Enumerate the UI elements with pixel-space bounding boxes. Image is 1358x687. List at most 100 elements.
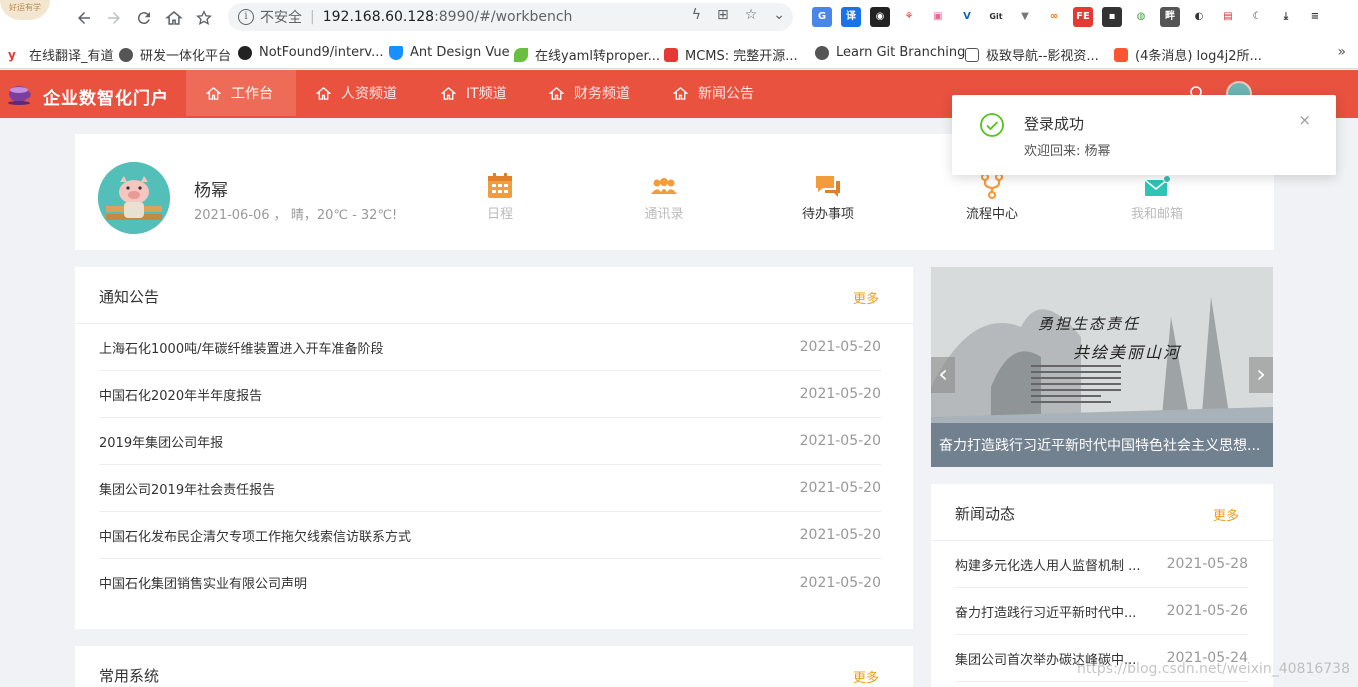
news-row[interactable]: 构建多元化选人用人监督机制 ... 2021-05-28 — [955, 541, 1248, 588]
vue-ext-icon[interactable]: ▼ — [1015, 7, 1035, 27]
bookmarks-bar: y 在线翻译_有道 研发一体化平台 NotFound9/interv... Ant… — [0, 36, 1358, 69]
info-icon[interactable]: i — [238, 9, 254, 25]
bookmark-git[interactable]: Learn Git Branching — [815, 45, 965, 60]
news-carousel[interactable]: 勇担生态责任 共绘美丽山河 ‹ › 奋力打造践行习近平新时代中国特色社会主义思想… — [931, 267, 1273, 467]
quick-todo[interactable]: 待办事项 — [788, 172, 868, 222]
notice-row[interactable]: 中国石化集团销售实业有限公司声明 2021-05-20 — [99, 559, 881, 606]
url-path: :8990/#/workbench — [434, 9, 573, 25]
home-button[interactable] — [162, 6, 186, 30]
mask-ext-icon[interactable]: ◉ — [870, 7, 890, 27]
mcms-icon — [664, 47, 678, 62]
bookmark-nav[interactable]: 极致导航--影视资... — [965, 45, 1099, 64]
bookmark-mcms[interactable]: MCMS: 完整开源... — [664, 45, 798, 64]
nav-hr[interactable]: 人资频道 — [316, 70, 397, 116]
bilibili-ext-icon[interactable]: ▣ — [928, 7, 948, 27]
bookmark-yaml[interactable]: 在线yaml转proper... — [514, 45, 660, 64]
forward-button[interactable] — [102, 6, 126, 30]
home-icon — [316, 86, 331, 100]
watermark: https://blog.csdn.net/weixin_40816738 — [1076, 661, 1350, 677]
bookmark-github[interactable]: NotFound9/interv... — [238, 45, 384, 60]
translate-icon[interactable]: ⊞ — [717, 7, 729, 23]
quick-mailbox[interactable]: 我和邮箱 — [1117, 172, 1197, 222]
insecure-label: 不安全 — [260, 10, 302, 26]
back-button[interactable] — [72, 6, 96, 30]
terminal-ext-icon[interactable]: ▪ — [1102, 7, 1122, 27]
reload-icon — [137, 12, 150, 25]
bookmark-devops[interactable]: 研发一体化平台 — [119, 45, 231, 64]
browser-toolbar: 好运有学 i 不安全 | 192.168.60.128:8990/#/workb… — [0, 0, 1358, 36]
globe-ext-icon[interactable]: ◍ — [1131, 7, 1151, 27]
app-title: 企业数智化门户 — [43, 89, 169, 109]
notice-row[interactable]: 集团公司2019年社会责任报告 2021-05-20 — [99, 465, 881, 512]
coffee-cup-logo-icon — [8, 86, 31, 105]
quick-workflow[interactable]: 流程中心 — [952, 172, 1032, 222]
toast-title: 登录成功 — [1024, 115, 1085, 133]
bookmarks-more-button[interactable]: » — [1337, 44, 1346, 60]
close-icon[interactable]: × — [1298, 111, 1311, 129]
notice-row[interactable]: 上海石化1000吨/年碳纤维装置进入开车准备阶段 2021-05-20 — [99, 324, 881, 371]
url-separator: | — [310, 9, 315, 25]
check-circle-icon — [980, 113, 1004, 137]
news-panel: 新闻动态 更多 构建多元化选人用人监督机制 ... 2021-05-28 奋力打造… — [931, 484, 1273, 687]
address-bar[interactable]: i 不安全 | 192.168.60.128:8990/#/workbench … — [228, 3, 793, 31]
bookmark-youdao[interactable]: y 在线翻译_有道 — [8, 45, 114, 64]
arrow-right-icon — [108, 12, 120, 24]
chat-bubble-icon — [816, 176, 840, 197]
arrow-left-icon — [78, 12, 90, 24]
csdn-icon — [1114, 47, 1128, 62]
nav-finance[interactable]: 财务频道 — [549, 70, 630, 116]
mail-icon — [1144, 175, 1171, 196]
systems-more-link[interactable]: 更多 — [853, 667, 879, 686]
systems-panel: 常用系统 更多 — [75, 646, 913, 687]
reload-button[interactable] — [132, 6, 156, 30]
news-row[interactable]: 奋力打造践行习近平新时代中... 2021-05-26 — [955, 588, 1248, 635]
news-more-link[interactable]: 更多 — [1213, 505, 1239, 524]
quick-contacts[interactable]: 通讯录 — [624, 172, 704, 222]
download-icon[interactable]: ⤓ — [1276, 7, 1296, 27]
chat-ext-icon[interactable]: 畔 — [1160, 7, 1180, 27]
gitzip-ext-icon[interactable]: Git — [986, 7, 1006, 27]
bookmark-antd[interactable]: Ant Design Vue — [389, 45, 510, 60]
user-avatar — [98, 162, 170, 234]
notices-panel: 通知公告 更多 上海石化1000吨/年碳纤维装置进入开车准备阶段 2021-05-… — [75, 267, 913, 629]
fe-ext-icon[interactable]: FE — [1073, 7, 1093, 27]
infinity-ext-icon[interactable]: ∞ — [1044, 7, 1064, 27]
bookmark-star-button[interactable] — [192, 6, 216, 30]
chevron-down-icon[interactable]: ⌄ — [773, 7, 785, 23]
nav-news[interactable]: 新闻公告 — [673, 70, 754, 116]
notice-row[interactable]: 2019年集团公司年报 2021-05-20 — [99, 418, 881, 465]
nav-workbench[interactable]: 工作台 — [186, 70, 296, 116]
star-icon — [196, 10, 212, 25]
carousel-slogan-2: 共绘美丽山河 — [1073, 343, 1182, 362]
translate-ext-icon[interactable]: 译 — [841, 7, 861, 27]
moon-icon[interactable]: ☾ — [1247, 7, 1267, 27]
home-icon — [206, 86, 221, 100]
bookmark-csdn[interactable]: (4条消息) log4j2所... — [1114, 45, 1262, 64]
notice-row[interactable]: 中国石化2020年半年度报告 2021-05-20 — [99, 371, 881, 418]
menu-icon[interactable]: ≡ — [1305, 7, 1325, 27]
lightning-icon[interactable]: ϟ — [692, 7, 701, 23]
youdao-icon: y — [8, 47, 22, 62]
news-title: 新闻动态 — [955, 505, 1016, 523]
globe-icon — [119, 47, 133, 62]
github-icon — [238, 45, 252, 60]
site-favicon: 好运有学 — [0, 0, 50, 20]
tree-ext-icon[interactable]: ⚘ — [899, 7, 919, 27]
globe-icon — [815, 45, 829, 60]
carousel-next-button[interactable]: › — [1249, 357, 1273, 393]
nav-it[interactable]: IT频道 — [441, 70, 507, 116]
login-success-toast: 登录成功 欢迎回来: 杨幂 × — [952, 95, 1336, 175]
circle-ext-icon[interactable]: ◐ — [1189, 7, 1209, 27]
url-text[interactable]: 192.168.60.128:8990/#/workbench — [323, 9, 573, 25]
quick-schedule[interactable]: 日程 — [460, 172, 540, 222]
pdf-ext-icon[interactable]: ▤ — [1218, 7, 1238, 27]
google-translate-ext-icon[interactable]: G — [812, 7, 832, 27]
notice-row[interactable]: 中国石化发布民企清欠专项工作拖欠线索信访联系方式 2021-05-20 — [99, 512, 881, 559]
carousel-caption[interactable]: 奋力打造践行习近平新时代中国特色社会主义思想... — [931, 423, 1273, 467]
star-outline-icon[interactable]: ☆ — [745, 7, 758, 23]
notices-more-link[interactable]: 更多 — [853, 288, 879, 307]
carousel-prev-button[interactable]: ‹ — [931, 357, 955, 393]
systems-title: 常用系统 — [99, 667, 160, 685]
vpn-ext-icon[interactable]: V — [957, 7, 977, 27]
home-icon — [673, 86, 688, 100]
